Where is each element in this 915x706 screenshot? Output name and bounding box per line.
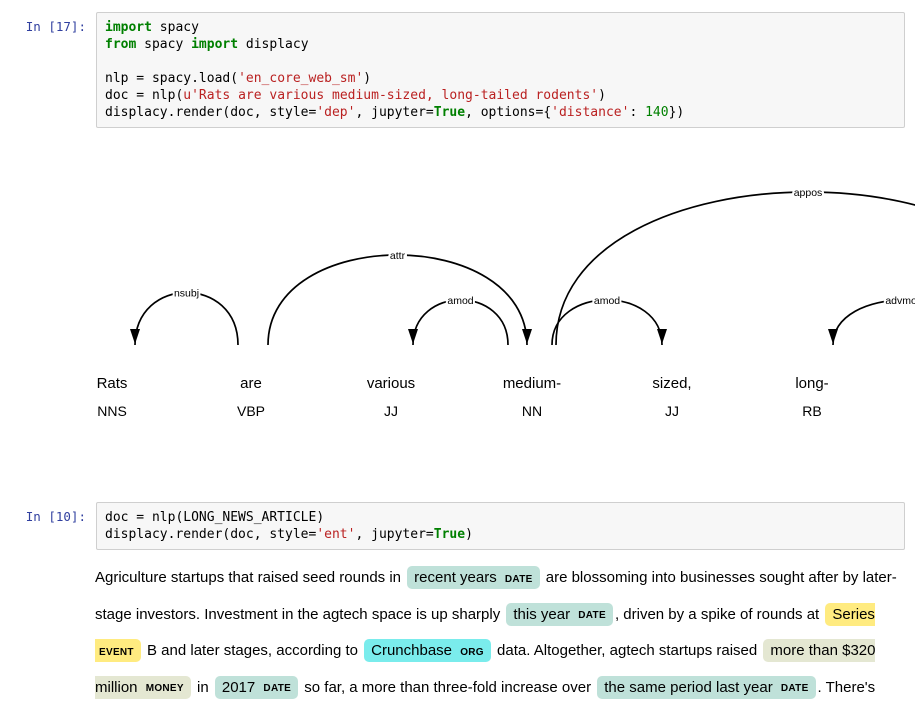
code-token: 140 bbox=[645, 105, 668, 120]
dependency-arc-label: advmod bbox=[885, 295, 915, 307]
dependency-arrowhead-icon bbox=[522, 329, 532, 344]
code-line: from spacy import displacy bbox=[105, 36, 896, 53]
dependency-parse-svg: nsubj attr amod amod appos advmod Rats NNS are VB… bbox=[0, 150, 915, 440]
code-token: True bbox=[434, 105, 465, 120]
entity-type-label: DATE bbox=[781, 683, 809, 694]
dep-word: medium- bbox=[503, 375, 561, 392]
entity-type-label: EVENT bbox=[99, 647, 134, 658]
dependency-arrowhead-icon bbox=[828, 329, 838, 344]
code-token: spacy bbox=[152, 20, 199, 35]
code-token: import bbox=[105, 20, 152, 35]
dependency-visualization: nsubj attr amod amod appos advmod Rats NNS are VB… bbox=[0, 150, 915, 440]
code-token: , options={ bbox=[465, 105, 551, 120]
code-token: ) bbox=[363, 71, 371, 86]
text-run: Agriculture startups that raised seed ro… bbox=[95, 569, 405, 586]
entity-date: 2017 DATE bbox=[215, 676, 298, 699]
code-line bbox=[105, 53, 896, 70]
code-token: 'ent' bbox=[316, 527, 355, 542]
dep-word: are bbox=[240, 375, 262, 392]
code-line: import spacy bbox=[105, 19, 896, 36]
code-line: displacy.render(doc, style='ent', jupyte… bbox=[105, 526, 896, 543]
code-token: 'distance' bbox=[551, 105, 629, 120]
code-line: doc = nlp(u'Rats are various medium-size… bbox=[105, 87, 896, 104]
dep-word: sized, bbox=[652, 375, 691, 392]
dep-word: various bbox=[367, 375, 415, 392]
text-run: in bbox=[193, 679, 213, 696]
dependency-arrowhead-icon bbox=[657, 329, 667, 344]
entity-org: Crunchbase ORG bbox=[364, 639, 491, 662]
text-run: . There's bbox=[818, 679, 876, 696]
code-cell-ent: In [10]: doc = nlp(LONG_NEWS_ARTICLE)dis… bbox=[0, 490, 915, 550]
dependency-arc-label: amod bbox=[447, 295, 473, 307]
code-token: , jupyter= bbox=[355, 105, 433, 120]
code-cell-dep: In [17]: import spacyfrom spacy import d… bbox=[0, 0, 915, 128]
dependency-arrowhead-icon bbox=[130, 329, 140, 344]
dep-pos-tag: JJ bbox=[665, 403, 679, 419]
code-token: }) bbox=[669, 105, 685, 120]
dep-pos-tag: NN bbox=[522, 403, 542, 419]
code-token: doc = nlp(LONG_NEWS_ARTICLE) bbox=[105, 510, 324, 525]
dependency-arc-label: nsubj bbox=[174, 288, 199, 300]
dependency-arc-label: attr bbox=[390, 250, 406, 262]
code-token: ) bbox=[598, 88, 606, 103]
code-line: displacy.render(doc, style='dep', jupyte… bbox=[105, 104, 896, 121]
input-prompt: In [17]: bbox=[2, 12, 96, 34]
code-token: u'Rats are various medium-sized, long-ta… bbox=[183, 88, 598, 103]
entity-type-label: DATE bbox=[505, 574, 533, 585]
entity-type-label: DATE bbox=[578, 610, 606, 621]
code-token: displacy.render(doc, style= bbox=[105, 105, 316, 120]
code-input-ent[interactable]: doc = nlp(LONG_NEWS_ARTICLE)displacy.ren… bbox=[96, 502, 905, 550]
dependency-arc bbox=[135, 293, 238, 346]
dependency-arc bbox=[556, 192, 915, 345]
dependency-arc-label: appos bbox=[794, 187, 823, 199]
code-token: True bbox=[434, 527, 465, 542]
entity-date: this year DATE bbox=[506, 603, 613, 626]
code-line: doc = nlp(LONG_NEWS_ARTICLE) bbox=[105, 509, 896, 526]
entity-type-label: ORG bbox=[460, 647, 484, 658]
dependency-arrowhead-icon bbox=[408, 329, 418, 344]
dependency-arc bbox=[268, 255, 527, 345]
code-token: import bbox=[191, 37, 238, 52]
code-token: ) bbox=[465, 527, 473, 542]
entity-date: recent years DATE bbox=[407, 566, 539, 589]
code-token: nlp = spacy.load( bbox=[105, 71, 238, 86]
text-run: , driven by a spike of rounds at bbox=[615, 606, 823, 623]
jupyter-notebook-page: { "colors": { "prompt": "#303f9f", "keyw… bbox=[0, 0, 915, 700]
dependency-arc-label: amod bbox=[594, 295, 620, 307]
dep-word: long- bbox=[795, 375, 828, 392]
text-run: so far, a more than three-fold increase … bbox=[300, 679, 595, 696]
entity-date: the same period last year DATE bbox=[597, 676, 815, 699]
dep-pos-tag: RB bbox=[802, 403, 821, 419]
code-token: displacy.render(doc, style= bbox=[105, 527, 316, 542]
code-token: : bbox=[629, 105, 645, 120]
code-input-dep[interactable]: import spacyfrom spacy import displacy n… bbox=[96, 12, 905, 128]
text-run: data. Altogether, agtech startups raised bbox=[493, 642, 762, 659]
text-run: B and later stages, according to bbox=[143, 642, 362, 659]
input-prompt: In [10]: bbox=[2, 502, 96, 524]
code-line: nlp = spacy.load('en_core_web_sm') bbox=[105, 70, 896, 87]
code-token: 'dep' bbox=[316, 105, 355, 120]
entity-type-label: MONEY bbox=[146, 683, 184, 694]
code-token: displacy bbox=[238, 37, 308, 52]
dep-pos-tag: JJ bbox=[384, 403, 398, 419]
dep-word: Rats bbox=[97, 375, 128, 392]
entity-visualization: Agriculture startups that raised seed ro… bbox=[88, 560, 905, 706]
entity-type-label: DATE bbox=[263, 683, 291, 694]
code-token: from bbox=[105, 37, 136, 52]
code-token: , jupyter= bbox=[355, 527, 433, 542]
code-token: spacy bbox=[136, 37, 191, 52]
code-token: 'en_core_web_sm' bbox=[238, 71, 363, 86]
code-token: doc = nlp( bbox=[105, 88, 183, 103]
dep-pos-tag: NNS bbox=[97, 403, 127, 419]
dep-pos-tag: VBP bbox=[237, 403, 265, 419]
